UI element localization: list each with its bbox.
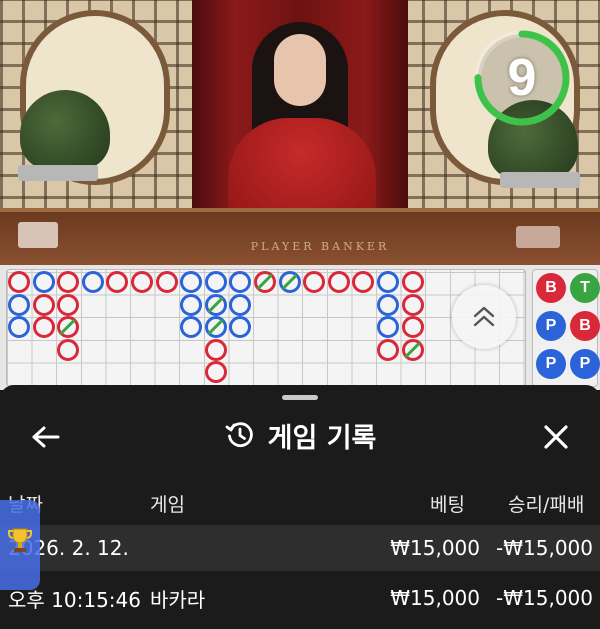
player-bead [8, 293, 30, 316]
player-bead [229, 271, 252, 293]
date-group-bet: ₩15,000 [390, 536, 480, 560]
tie-mark [207, 296, 224, 313]
column-header-result: 승리/패배 [508, 494, 585, 516]
banker-bead [401, 293, 424, 316]
prediction-road: BTPBPP [532, 269, 600, 387]
banker-bead [57, 293, 80, 316]
sheet-drag-handle[interactable] [282, 395, 318, 400]
player-bead [180, 293, 203, 316]
bead-road [6, 269, 526, 387]
game-history-sheet: 게임 기록 날짜 게임 베팅 승리/패배 2026. 2. 12. ₩15,00… [0, 385, 600, 629]
player-bead [204, 316, 227, 339]
banker-bead [352, 271, 375, 293]
banker-bead [401, 316, 424, 339]
player-bead [81, 271, 104, 293]
tie-mark [403, 341, 421, 358]
banker-bead [401, 271, 424, 293]
player-bead [8, 316, 30, 339]
tie-mark [280, 273, 298, 291]
collapse-scoreboard-button[interactable] [452, 285, 516, 349]
banker-bead [327, 271, 350, 293]
back-button[interactable] [24, 417, 68, 457]
card-shoe [18, 222, 58, 248]
arrow-left-icon [32, 426, 60, 448]
column-header-bet: 베팅 [430, 494, 465, 516]
tie-mark [59, 319, 76, 336]
record-result: -₩15,000 [496, 586, 593, 610]
pot-right [500, 172, 580, 188]
player-bead [32, 271, 55, 293]
column-header-game: 게임 [150, 494, 185, 516]
trophy-button[interactable] [0, 500, 40, 590]
player-bead [180, 271, 203, 293]
chevron-up-double-icon [473, 306, 495, 327]
tie-mark [207, 319, 224, 336]
player-bead [229, 293, 252, 316]
banker-bead [131, 271, 153, 293]
sheet-title: 게임 기록 [267, 422, 377, 454]
table-label: PLAYER BANKER [250, 240, 390, 253]
history-record-row[interactable]: 오후 10:15:46 바카라 ₩15,000 -₩15,000 [0, 575, 600, 621]
banker-bead [8, 271, 30, 293]
player-bead [377, 293, 399, 316]
banker-bead [254, 271, 276, 293]
scoreboard: BTPBPP [0, 265, 600, 390]
date-group-row: 2026. 2. 12. ₩15,000 -₩15,000 [0, 525, 600, 571]
tie-mark [256, 273, 273, 291]
banker-bead [57, 338, 80, 361]
live-video: PLAYER BANKER 9 [0, 0, 600, 265]
banker-bead [57, 271, 80, 293]
trophy-icon [8, 528, 32, 552]
prediction-chip: P [536, 349, 566, 379]
player-bead [180, 316, 203, 339]
player-bead [377, 316, 399, 339]
date-group-result: -₩15,000 [496, 536, 593, 560]
record-bet: ₩15,000 [390, 586, 480, 610]
player-bead [204, 271, 227, 293]
banker-bead [401, 338, 424, 361]
dealer-face [274, 34, 326, 106]
banker-bead [155, 271, 178, 293]
history-icon [225, 422, 253, 448]
banker-bead [57, 316, 80, 339]
banker-bead [303, 271, 326, 293]
player-bead [278, 271, 301, 293]
banker-bead [106, 271, 129, 293]
countdown-number: 9 [507, 49, 537, 107]
player-bead [204, 293, 227, 316]
player-bead [377, 271, 399, 293]
banker-bead [204, 338, 227, 361]
card-discard [516, 226, 560, 248]
prediction-chip: B [536, 273, 566, 303]
banker-bead [204, 361, 227, 384]
banker-bead [32, 293, 55, 316]
baccarat-table [0, 208, 600, 265]
close-button[interactable] [534, 415, 578, 459]
prediction-chip: T [570, 273, 600, 303]
player-bead [229, 316, 252, 339]
record-game: 바카라 [150, 587, 206, 612]
prediction-chip: P [570, 349, 600, 379]
bonsai-left [20, 90, 110, 170]
pot-left [18, 165, 98, 181]
prediction-chip: B [570, 311, 600, 341]
banker-bead [32, 316, 55, 339]
prediction-chip: P [536, 311, 566, 341]
sheet-header: 게임 기록 [0, 415, 600, 455]
banker-bead [377, 338, 399, 361]
close-icon [544, 425, 568, 449]
